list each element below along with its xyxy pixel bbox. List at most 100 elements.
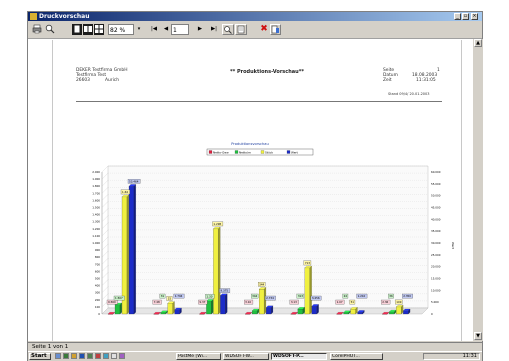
page-setup-button[interactable] bbox=[235, 24, 247, 35]
bar-side-2003.21-1 bbox=[211, 299, 213, 314]
task-wdsoft-p[interactable]: WDSOFT-P... bbox=[271, 353, 327, 360]
data-label-2003.26-0: 3.13 bbox=[291, 300, 297, 304]
task-postme[interactable]: PostMe [Wi... bbox=[176, 353, 221, 360]
y-tick-label-6: 600 bbox=[95, 269, 100, 273]
y-tick-label-5: 500 bbox=[95, 277, 100, 281]
company-city: Aurich bbox=[105, 78, 119, 83]
last-page-button[interactable]: ▶| bbox=[208, 24, 220, 35]
gridline-diag-2 bbox=[102, 294, 108, 300]
one-page-view-button[interactable] bbox=[72, 24, 82, 35]
vertical-scrollbar[interactable]: ▲ ▼ bbox=[472, 39, 483, 341]
first-page-button[interactable]: |◀ bbox=[148, 24, 160, 35]
quicklaunch-folder-icon[interactable] bbox=[71, 353, 77, 359]
data-label-2003.23-2: 344 bbox=[259, 282, 264, 286]
gridline-diag-11 bbox=[102, 230, 108, 236]
x-tick-label-6: 2003.31 bbox=[389, 316, 401, 317]
toolbar: 82 % ▾ |◀ ◀ 1 ▶ ▶| ✖ bbox=[28, 22, 482, 39]
report-title: ** Produktions-Vorschau** bbox=[230, 70, 304, 75]
scroll-down-arrow[interactable]: ▼ bbox=[474, 332, 482, 340]
gridline-diag-9 bbox=[102, 244, 108, 250]
y-tick-label-16: 1.600 bbox=[92, 198, 100, 202]
title-bar[interactable]: Druckvorschau _ ▫ × bbox=[28, 12, 482, 21]
bar-2003.21-3 bbox=[220, 296, 225, 314]
x-tick-label-3: 2003.23 bbox=[252, 316, 264, 317]
page-number-field[interactable]: 1 bbox=[171, 24, 189, 35]
page-setup-icon bbox=[236, 25, 246, 34]
legend-label-2: Stück bbox=[265, 150, 273, 154]
data-label-2003.16-0: 9.560 bbox=[108, 300, 116, 304]
gridline-diag-12 bbox=[102, 223, 108, 229]
next-page-button[interactable]: ▶ bbox=[196, 24, 204, 35]
bar-2003.26-2 bbox=[305, 268, 310, 314]
preview-page-area: DEKER Testfirma GmbH Testfirma Test 2660… bbox=[28, 39, 482, 341]
data-label-2003.21-0: 9.37 bbox=[199, 300, 205, 304]
quicklaunch-desktop-icon[interactable] bbox=[55, 353, 61, 359]
data-label-2003.20-1: 31 bbox=[161, 294, 165, 298]
page-value: 1 bbox=[437, 68, 440, 73]
quicklaunch-doc-icon[interactable] bbox=[111, 353, 117, 359]
y-tick-label-20: 2.000 bbox=[92, 170, 100, 174]
y-tick-label-2: 200 bbox=[95, 298, 100, 302]
x-tick-label-1: 2003.20 bbox=[161, 316, 173, 317]
bar-2003.20-1 bbox=[161, 313, 166, 314]
prev-page-button[interactable]: ◀ bbox=[162, 24, 170, 35]
gridline-diag-8 bbox=[102, 251, 108, 257]
system-tray: 11:31 bbox=[423, 353, 480, 360]
data-label-2003.16-1: 1.507 bbox=[115, 296, 123, 300]
bar-side-2003.20-2 bbox=[173, 302, 175, 314]
x-tick-label-2: 2003.21 bbox=[206, 316, 218, 317]
bar-2003.20-3 bbox=[175, 310, 180, 314]
gridline-diag-19 bbox=[102, 173, 108, 179]
close-button[interactable]: × bbox=[471, 13, 478, 20]
task-wdsoft-w[interactable]: WDSOFT-W... bbox=[223, 353, 269, 360]
data-label-2003.21-3: 9.375 bbox=[220, 289, 228, 293]
bar-side-2003.26-2 bbox=[310, 266, 312, 314]
quicklaunch-media-icon[interactable] bbox=[103, 353, 109, 359]
print-button[interactable] bbox=[32, 24, 42, 35]
data-label-2003.21-2: 1.298 bbox=[213, 222, 221, 226]
chart-title: Produktionsvorschau bbox=[231, 142, 269, 146]
data-label-2003.27-1: 24 bbox=[344, 294, 348, 298]
multi-page-icon bbox=[94, 24, 104, 34]
scroll-up-arrow[interactable]: ▲ bbox=[474, 39, 482, 47]
y2-tick-label-9: 45.000 bbox=[431, 206, 441, 210]
y-tick-label-15: 1.500 bbox=[92, 206, 100, 210]
zoom-field[interactable]: 82 % bbox=[108, 24, 134, 35]
bar-2003.21-2 bbox=[213, 229, 218, 314]
quicklaunch-app-icon[interactable] bbox=[87, 353, 93, 359]
quicklaunch-explorer-icon[interactable] bbox=[63, 353, 69, 359]
zoom-dropdown-arrow[interactable]: ▾ bbox=[136, 24, 142, 35]
quicklaunch-tool-icon[interactable] bbox=[119, 353, 125, 359]
gridline-diag-14 bbox=[102, 209, 108, 215]
data-label-2003.31-0: 2.36 bbox=[382, 300, 388, 304]
data-label-2003.16-2: 1.64 bbox=[122, 190, 128, 194]
close-preview-button[interactable]: ✖ bbox=[259, 24, 269, 35]
multi-page-view-button[interactable] bbox=[94, 24, 104, 35]
y-tick-label-1: 100 bbox=[95, 305, 100, 309]
y-tick-label-12: 1.200 bbox=[92, 227, 100, 231]
bar-2003.31-2 bbox=[396, 307, 401, 314]
start-button[interactable]: Start bbox=[29, 353, 51, 360]
export-button[interactable] bbox=[270, 24, 281, 35]
y2-tick-label-12: 60.000 bbox=[431, 170, 441, 174]
data-label-2003.26-1: 313 bbox=[298, 294, 303, 298]
bar-side-2003.23-2 bbox=[264, 287, 266, 314]
data-label-2003.21-1: 1.30 bbox=[206, 294, 212, 298]
x-tick-label-4: 2003.26 bbox=[298, 316, 310, 317]
quicklaunch-browser-icon[interactable] bbox=[79, 353, 85, 359]
two-page-icon bbox=[83, 24, 93, 34]
gridline-diag-15 bbox=[102, 202, 108, 208]
minimize-button[interactable]: _ bbox=[454, 13, 461, 20]
y-tick-label-4: 400 bbox=[95, 284, 100, 288]
gridline-diag-18 bbox=[102, 180, 108, 186]
maximize-button[interactable]: ▫ bbox=[462, 13, 469, 20]
y2-tick-label-3: 15.000 bbox=[431, 277, 441, 281]
zoom-button[interactable] bbox=[45, 24, 55, 35]
quicklaunch-mail-icon[interactable] bbox=[95, 353, 101, 359]
two-page-view-button[interactable] bbox=[83, 24, 93, 35]
printer-icon bbox=[32, 24, 42, 34]
legend-label-0: Netto-Gew bbox=[213, 150, 229, 154]
zoom-page-button[interactable] bbox=[222, 24, 234, 35]
task-corelphoto[interactable]: CorelPHOT... bbox=[330, 353, 383, 360]
clock: 11:31 bbox=[463, 353, 477, 359]
